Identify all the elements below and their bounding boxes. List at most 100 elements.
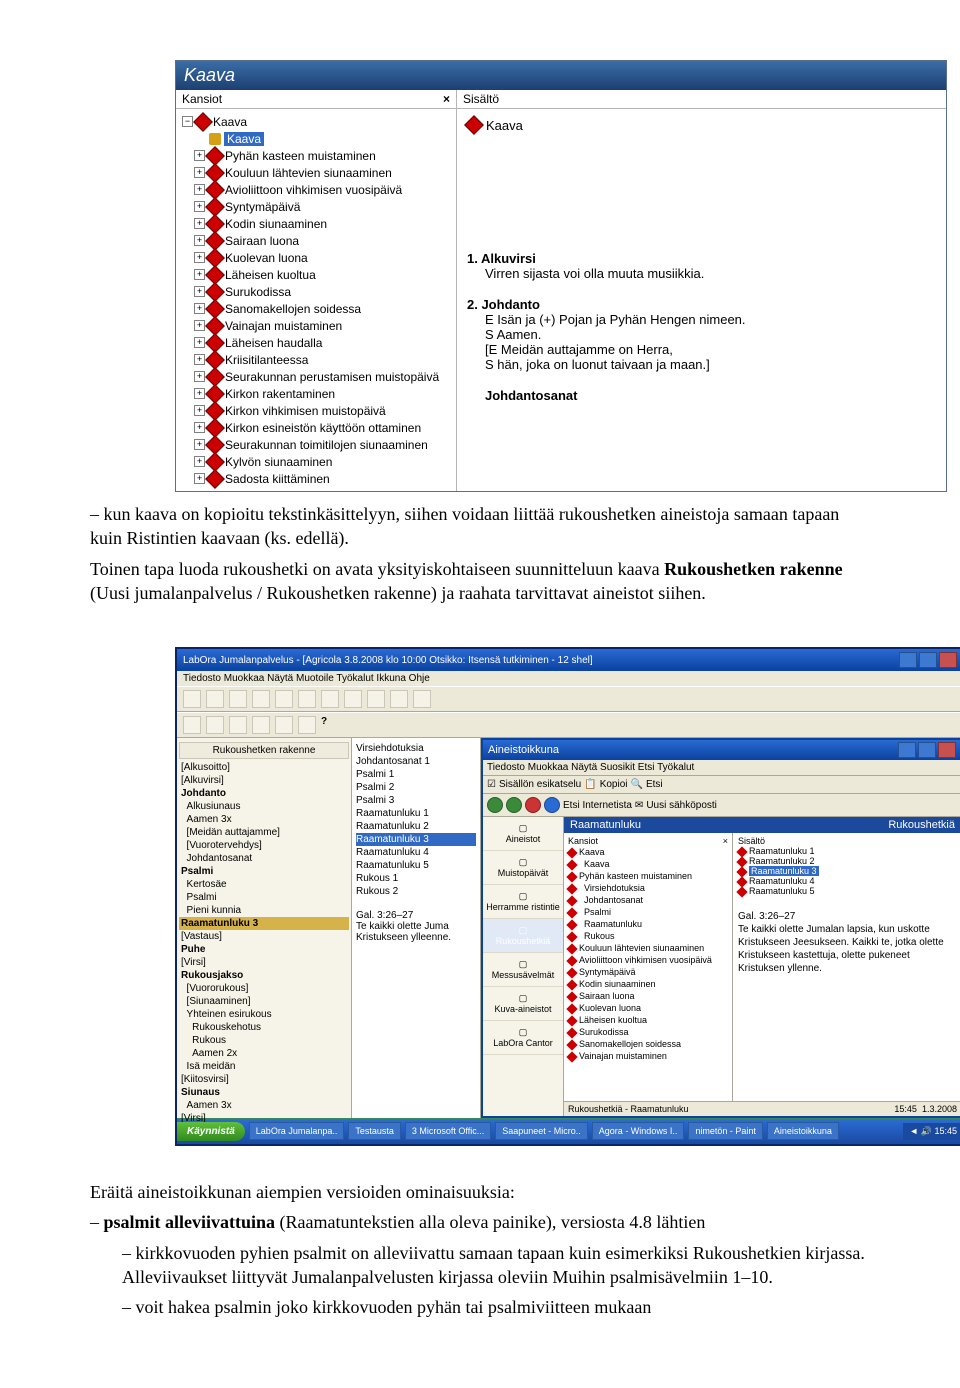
structure-item[interactable]: [Vastaus] [179,930,349,943]
sub-tree-item[interactable]: Vainajan muistaminen [568,1050,728,1062]
close-button[interactable] [939,652,957,668]
suggestion-item[interactable]: Psalmi 1 [356,768,476,781]
tree-item[interactable]: +Kylvön siunaaminen [182,453,450,470]
suggestion-item[interactable]: Raamatunluku 2 [356,820,476,833]
sub-content-item[interactable]: Raamatunluku 5 [738,886,956,896]
suggestion-item[interactable]: Psalmi 3 [356,794,476,807]
taskbar-item[interactable]: 3 Microsoft Offic... [405,1122,491,1140]
suggestion-item[interactable]: Rukous 2 [356,885,476,898]
sub-tree-item[interactable]: Sanomakellojen soidessa [568,1038,728,1050]
structure-item[interactable]: Rukous [179,1034,349,1047]
sub-tree-item[interactable]: Johdantosanat [568,894,728,906]
tree-root[interactable]: −Kaava [182,113,450,130]
tree-item[interactable]: +Pyhän kasteen muistaminen [182,147,450,164]
taskbar-item[interactable]: Aineistoikkuna [767,1122,839,1140]
structure-item[interactable]: Psalmi [179,865,349,878]
sub-tree-item[interactable]: Läheisen kuoltua [568,1014,728,1026]
structure-item[interactable]: Alkusiunaus [179,800,349,813]
toolbar-button[interactable] [390,690,408,708]
sub-tree-item[interactable]: Kouluun lähtevien siunaaminen [568,942,728,954]
tree-item[interactable]: +Läheisen haudalla [182,334,450,351]
structure-item[interactable]: Kertosäe [179,878,349,891]
forward-icon[interactable] [506,797,522,813]
tree-item[interactable]: +Seurakunnan perustamisen muistopäivä [182,368,450,385]
category-item[interactable]: ▢Messusävelmät [483,953,563,987]
close-icon[interactable]: × [443,92,450,106]
tree-item[interactable]: +Avioliittoon vihkimisen vuosipäivä [182,181,450,198]
structure-item[interactable]: [Vuorotervehdys] [179,839,349,852]
suggestion-item[interactable]: Raamatunluku 5 [356,859,476,872]
structure-item[interactable]: Johdantosanat [179,852,349,865]
taskbar-item[interactable]: Agora - Windows I.. [592,1122,685,1140]
category-item[interactable]: ▢Rukoushetkiä [483,919,563,953]
sub-tree-item[interactable]: Rukous [568,930,728,942]
sub-tree-item[interactable]: Virsiehdotuksia [568,882,728,894]
category-item[interactable]: ▢Aineistot [483,817,563,851]
tree-item[interactable]: +Kuolevan luona [182,249,450,266]
toolbar-button[interactable] [298,690,316,708]
minimize-button[interactable] [899,652,917,668]
tree-item[interactable]: +Seurakunnan toimitilojen siunaaminen [182,436,450,453]
maximize-button[interactable] [919,652,937,668]
tree-item[interactable]: +Kirkon esineistön käyttöön ottaminen [182,419,450,436]
toolbar-button[interactable] [252,690,270,708]
suggestion-item[interactable]: Rukous 1 [356,872,476,885]
structure-item[interactable]: Aamen 3x [179,1099,349,1112]
sub-content-item[interactable]: Raamatunluku 1 [738,846,956,856]
structure-item[interactable]: Pieni kunnia [179,904,349,917]
structure-item[interactable]: Puhe [179,943,349,956]
suggestion-item[interactable]: Raamatunluku 3 [356,833,476,846]
sub-menubar[interactable]: Tiedosto Muokkaa Näytä Suosikit Etsi Työ… [483,760,960,776]
taskbar[interactable]: Käynnistä LabOra Jumalanpa..Testausta3 M… [177,1118,960,1144]
structure-item[interactable]: [Kiitosvirsi] [179,1073,349,1086]
tree-item[interactable]: +Vainajan muistaminen [182,317,450,334]
sub-tree-item[interactable]: Avioliittoon vihkimisen vuosipäivä [568,954,728,966]
structure-item[interactable]: [Meidän auttajamme] [179,826,349,839]
category-item[interactable]: ▢Muistopäivät [483,851,563,885]
structure-item[interactable]: Rukousjakso [179,969,349,982]
structure-item[interactable]: Raamatunluku 3 [179,917,349,930]
toolbar-button[interactable] [206,690,224,708]
sub-maximize-button[interactable] [918,742,936,758]
main-toolbar[interactable] [177,686,960,712]
tree-item[interactable]: +Kodin siunaaminen [182,215,450,232]
sub-tree-item[interactable]: Sairaan luona [568,990,728,1002]
category-item[interactable]: ▢LabOra Cantor [483,1021,563,1055]
structure-item[interactable]: [Vuororukous] [179,982,349,995]
suggestion-item[interactable]: Raamatunluku 1 [356,807,476,820]
tree-item[interactable]: +Kirkon vihkimisen muistopäivä [182,402,450,419]
structure-item[interactable]: Psalmi [179,891,349,904]
sub-toolbar-2[interactable]: Etsi Internetista ✉Uusi sähköposti [483,794,960,817]
main-toolbar-2[interactable]: ? [177,712,960,738]
tree-item[interactable]: +Läheisen kuoltua [182,266,450,283]
toolbar-button[interactable] [321,690,339,708]
taskbar-item[interactable]: Testausta [348,1122,401,1140]
tree-item[interactable]: Kaava [182,130,450,147]
tree-item[interactable]: +Kirkon rakentaminen [182,385,450,402]
start-button[interactable]: Käynnistä [177,1122,245,1141]
sub-tree-item[interactable]: Syntymäpäivä [568,966,728,978]
globe-icon[interactable] [544,797,560,813]
toolbar-button[interactable] [229,716,247,734]
toolbar-button[interactable] [275,716,293,734]
toolbar-button[interactable] [229,690,247,708]
tree-item[interactable]: +Kriisitilanteessa [182,351,450,368]
tree-item[interactable]: +Sanomakellojen soidessa [182,300,450,317]
taskbar-item[interactable]: nimetön - Paint [688,1122,763,1140]
category-item[interactable]: ▢Herramme ristintie [483,885,563,919]
sub-content-item[interactable]: Raamatunluku 2 [738,856,956,866]
toolbar-button[interactable] [367,690,385,708]
sub-toolbar-1[interactable]: ☑Sisällön esikatselu 📋Kopioi 🔍Etsi [483,776,960,794]
tree-item[interactable]: +Kouluun lähtevien siunaaminen [182,164,450,181]
suggestion-item[interactable]: Psalmi 2 [356,781,476,794]
toolbar-button[interactable] [252,716,270,734]
content-item[interactable]: Kaava [467,115,936,135]
structure-item[interactable]: [Alkuvirsi] [179,774,349,787]
toolbar-button[interactable] [206,716,224,734]
tree-item[interactable]: +Syntymäpäivä [182,198,450,215]
sub-tree-item[interactable]: Kaava [568,858,728,870]
toolbar-button[interactable] [413,690,431,708]
structure-item[interactable]: [Virsi] [179,956,349,969]
sub-tree-item[interactable]: Raamatunluku [568,918,728,930]
sub-tree-item[interactable]: Surukodissa [568,1026,728,1038]
